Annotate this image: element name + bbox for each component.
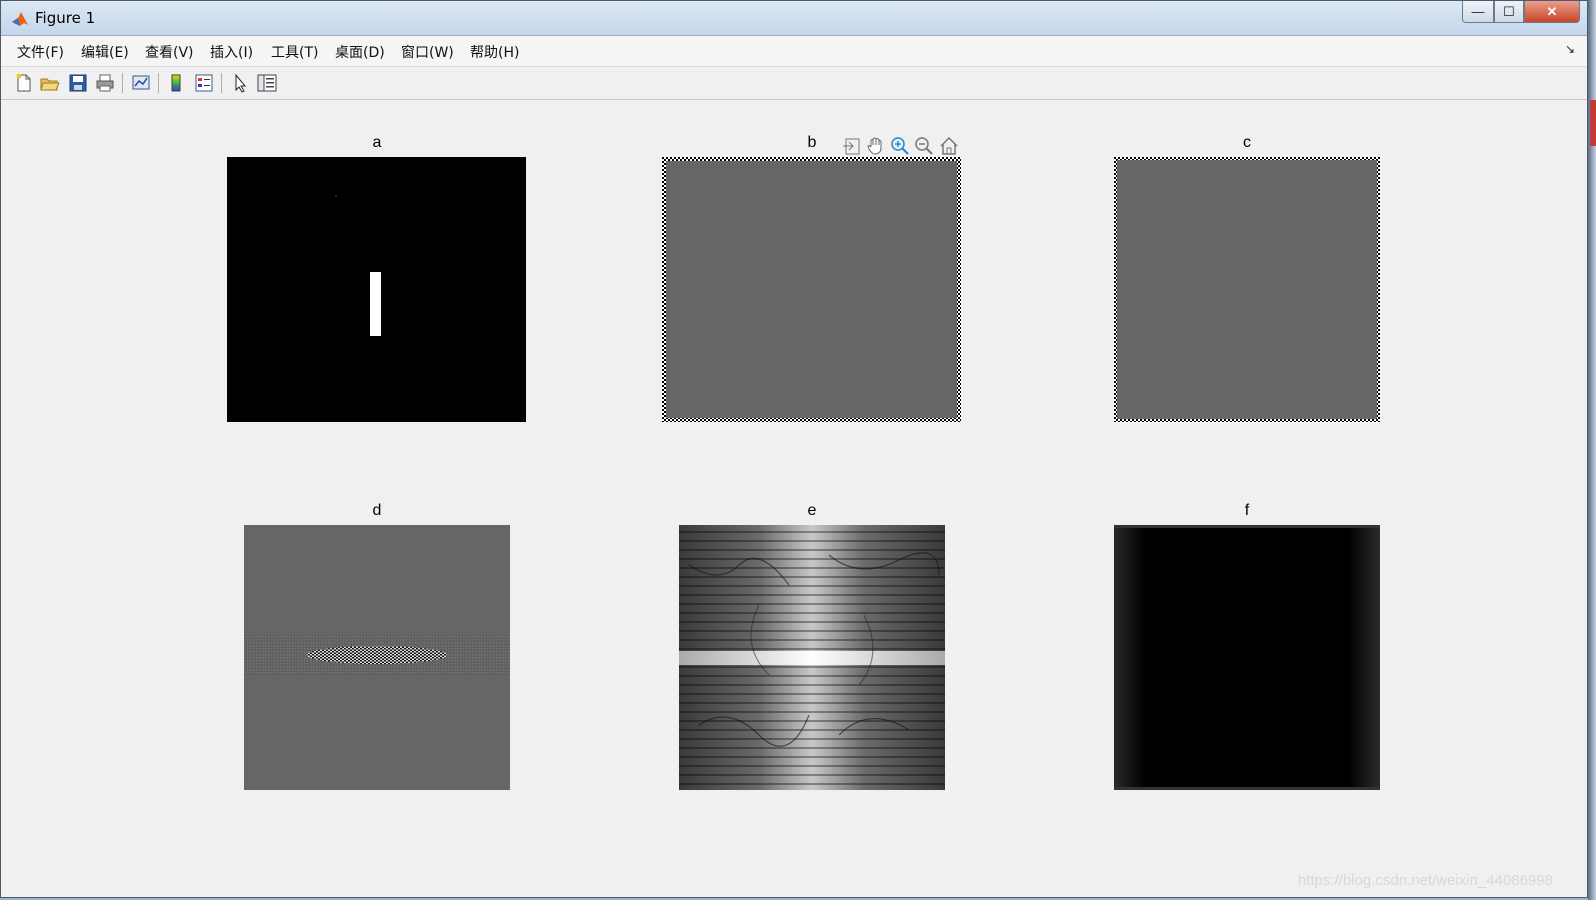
property-inspector-icon[interactable] xyxy=(256,72,278,94)
zoom-in-icon[interactable] xyxy=(889,135,911,157)
print-icon[interactable] xyxy=(94,72,116,94)
menu-help[interactable]: 帮助(H) xyxy=(470,42,519,62)
subplot-d-title: d xyxy=(372,502,382,519)
menu-tools[interactable]: 工具(T) xyxy=(271,42,318,62)
menu-bar: 文件(F) 编辑(E) 查看(V) 插入(I) 工具(T) 桌面(D) 窗口(W… xyxy=(1,36,1587,67)
maximize-button[interactable]: ☐ xyxy=(1494,1,1524,23)
home-icon[interactable] xyxy=(938,135,960,157)
pointer-icon[interactable] xyxy=(229,72,251,94)
subplot-a-title: a xyxy=(372,134,382,151)
menu-insert[interactable]: 插入(I) xyxy=(210,42,253,62)
colorbar-icon[interactable] xyxy=(165,72,187,94)
zoom-out-icon[interactable] xyxy=(913,135,935,157)
watermark: https://blog.csdn.net/weixin_44086998 xyxy=(1297,872,1553,889)
subplot-c-image[interactable] xyxy=(1114,157,1380,422)
figure-canvas: a b c d e f https://blog.csdn.net/weixin… xyxy=(1,100,1587,897)
dock-icon[interactable]: ↘ xyxy=(1565,42,1575,56)
subplot-c-title: c xyxy=(1243,134,1251,151)
menu-view[interactable]: 查看(V) xyxy=(145,42,194,62)
minimize-icon: — xyxy=(1471,4,1485,19)
subplot-f-image[interactable] xyxy=(1114,525,1380,790)
open-file-icon[interactable] xyxy=(39,72,61,94)
subplot-f-title: f xyxy=(1244,502,1250,519)
toolbar-separator xyxy=(221,73,222,93)
desktop-accent xyxy=(1590,100,1596,146)
link-plot-icon[interactable] xyxy=(130,72,152,94)
menu-desktop[interactable]: 桌面(D) xyxy=(335,42,385,62)
subplot-d-image[interactable] xyxy=(244,525,510,790)
subplot-e-title: e xyxy=(807,502,817,519)
subplot-b-image[interactable] xyxy=(662,157,961,422)
pan-icon[interactable] xyxy=(865,135,887,157)
menu-file[interactable]: 文件(F) xyxy=(17,42,64,62)
subplot-b-title: b xyxy=(807,134,817,151)
subplot-e-image[interactable] xyxy=(679,525,945,790)
close-button[interactable]: ✕ xyxy=(1524,1,1580,23)
figure-toolbar xyxy=(1,67,1587,100)
toolbar-separator xyxy=(158,73,159,93)
legend-icon[interactable] xyxy=(193,72,215,94)
new-figure-icon[interactable] xyxy=(13,72,35,94)
export-icon[interactable] xyxy=(841,135,863,157)
toolbar-separator xyxy=(122,73,123,93)
close-icon: ✕ xyxy=(1546,3,1558,19)
subplot-a-image[interactable] xyxy=(227,157,526,422)
minimize-button[interactable]: — xyxy=(1462,1,1494,23)
save-icon[interactable] xyxy=(67,72,89,94)
title-bar[interactable]: Figure 1 — ☐ ✕ xyxy=(1,1,1587,36)
window-title: Figure 1 xyxy=(35,9,96,27)
maximize-icon: ☐ xyxy=(1503,3,1515,19)
menu-edit[interactable]: 编辑(E) xyxy=(81,42,129,62)
menu-window[interactable]: 窗口(W) xyxy=(401,42,454,62)
figure-window: Figure 1 — ☐ ✕ 文件(F) 编辑(E) 查看(V) 插入(I) 工… xyxy=(0,0,1588,898)
matlab-icon xyxy=(12,12,28,26)
